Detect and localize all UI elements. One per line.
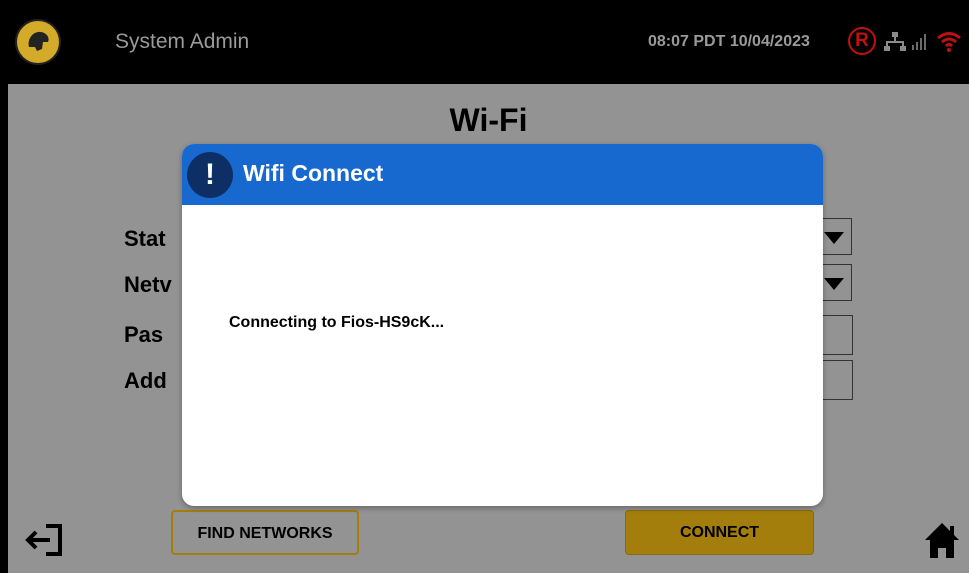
status-label: Stat bbox=[124, 226, 166, 251]
network-label: Netv bbox=[124, 272, 172, 297]
chevron-down-icon bbox=[824, 278, 844, 290]
status-icons: R bbox=[848, 27, 969, 57]
dialog-title: Wifi Connect bbox=[243, 160, 384, 186]
logo-icon[interactable] bbox=[15, 19, 61, 65]
datetime: 08:07 PDT 10/04/2023 bbox=[648, 33, 810, 50]
app-title: System Admin bbox=[115, 30, 250, 53]
connect-button[interactable]: CONNECT bbox=[625, 510, 814, 555]
wifi-icon bbox=[937, 32, 961, 52]
password-label: Pas bbox=[124, 322, 164, 347]
exit-icon[interactable] bbox=[24, 523, 64, 557]
registered-icon: R bbox=[848, 27, 876, 55]
dialog-message: Connecting to Fios-HS9cK... bbox=[229, 314, 445, 331]
signal-icon bbox=[912, 34, 926, 50]
dialog-header: ! Wifi Connect bbox=[182, 144, 823, 205]
address-label: Add bbox=[124, 368, 167, 393]
find-networks-button[interactable]: FIND NETWORKS bbox=[171, 510, 359, 555]
lan-icon bbox=[884, 32, 906, 51]
chevron-down-icon bbox=[824, 232, 844, 244]
screen: System Admin 08:07 PDT 10/04/2023 R Wi-F… bbox=[8, 0, 969, 573]
top-bar: System Admin 08:07 PDT 10/04/2023 R bbox=[8, 0, 969, 84]
alert-icon: ! bbox=[187, 152, 233, 198]
page-title: Wi-Fi bbox=[449, 102, 528, 138]
wifi-connect-dialog: ! Wifi Connect Connecting to Fios-HS9cK.… bbox=[182, 144, 823, 506]
home-icon[interactable] bbox=[922, 520, 962, 560]
